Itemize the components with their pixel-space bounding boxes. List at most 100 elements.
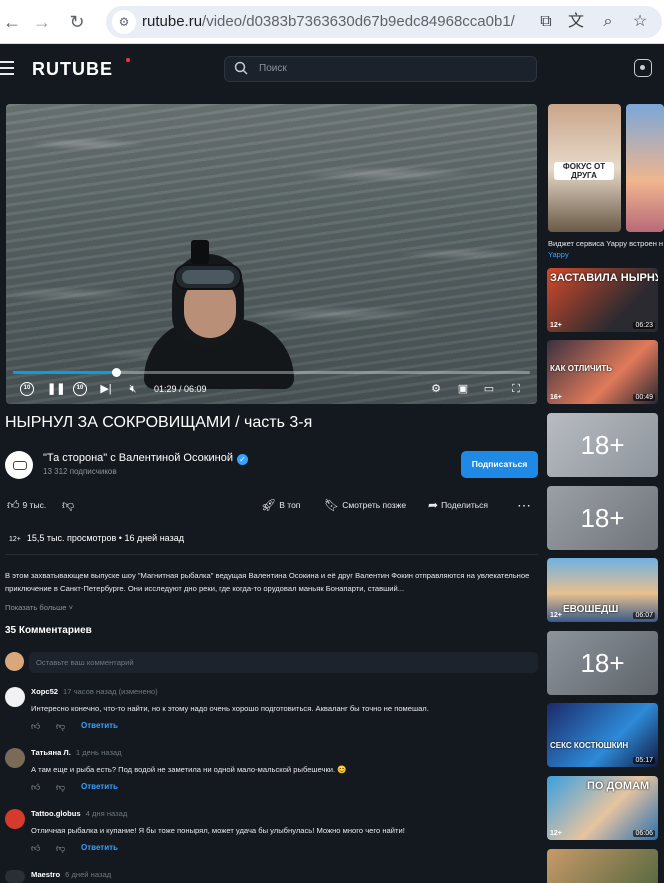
comment-dislike-icon[interactable]: 👎︎: [56, 843, 65, 854]
menu-icon[interactable]: [0, 61, 14, 75]
like-button[interactable]: 👍︎ 9 тыс.: [7, 497, 46, 513]
mute-icon[interactable]: 🔇︎: [125, 380, 141, 398]
reply-button[interactable]: Ответить: [81, 843, 118, 852]
comment-author[interactable]: Tattoo.globus 4 дня назад: [31, 809, 127, 818]
duration-badge: 06:07: [633, 612, 655, 619]
pause-icon[interactable]: ❚❚: [47, 380, 65, 398]
search-placeholder: Поиск: [259, 63, 287, 74]
thumbnail-banner: ЕВОШЕДШ: [563, 604, 619, 615]
search-icon: [234, 61, 248, 75]
user-avatar: [5, 652, 24, 671]
comment-avatar[interactable]: [5, 809, 25, 829]
channel-avatar[interactable]: [5, 451, 33, 479]
comment-item: Tattoo.globus 4 дня назад Отличная рыбалк…: [5, 809, 538, 867]
forward-10-icon[interactable]: 10: [73, 382, 87, 396]
comment-dislike-icon[interactable]: 👎︎: [56, 782, 65, 793]
browser-toolbar: ← → ↻ ⚙ rutube.ru/video/d0383b7363630d67…: [0, 0, 664, 44]
comment-like-icon[interactable]: 👍︎: [31, 782, 40, 793]
sidebar-video-card[interactable]: ПО ДОМАМ 12+ 06:06: [547, 776, 658, 840]
translate-icon[interactable]: 文: [564, 10, 588, 34]
duration-badge: 05:17: [633, 757, 655, 764]
comment-avatar[interactable]: [5, 870, 25, 883]
url-text: rutube.ru/video/d0383b7363630d67b9edc849…: [142, 13, 515, 30]
miniplayer-icon[interactable]: ▣: [456, 380, 470, 398]
thumbs-up-icon: 👍︎: [7, 498, 20, 512]
progress-bar[interactable]: [13, 368, 530, 377]
channel-name[interactable]: "Та сторона" с Валентиной Осокиной ✓: [43, 452, 249, 465]
age-badge: 12+: [550, 830, 562, 837]
sidebar-video-card[interactable]: [547, 849, 658, 883]
rutube-logo[interactable]: RUTUBE: [32, 59, 113, 80]
video-meta: 12+ 15,5 тыс. просмотров • 16 дней назад: [7, 532, 184, 546]
thumbnail-banner: ЗАСТАВИЛА НЫРНУТЬ: [550, 272, 658, 284]
site-header: RUTUBE Поиск: [0, 45, 664, 93]
share-button[interactable]: ➦ Поделиться: [428, 497, 488, 513]
comment-avatar[interactable]: [5, 687, 25, 707]
sidebar-video-card[interactable]: ЗАСТАВИЛА НЫРНУТЬ 12+ 06:23: [547, 268, 658, 332]
yappy-link[interactable]: Yappy: [548, 250, 569, 259]
duration-badge: 00:49: [633, 394, 655, 401]
subscriber-count: 13 312 подписчиков: [43, 467, 117, 476]
address-bar[interactable]: ⚙ rutube.ru/video/d0383b7363630d67b9edc8…: [106, 6, 662, 38]
sidebar-video-card[interactable]: ЕВОШЕДШ 12+ 06:07: [547, 558, 658, 622]
short-caption: ФОКУС ОТ ДРУГА: [554, 162, 614, 180]
comment-like-icon[interactable]: 👍︎: [31, 843, 40, 854]
sidebar-video-card[interactable]: 18+: [547, 413, 658, 477]
short-video-card[interactable]: ФОКУС ОТ ДРУГА: [548, 104, 621, 232]
fullscreen-icon[interactable]: ⛶: [509, 380, 523, 398]
zoom-icon[interactable]: ⌕: [596, 10, 620, 34]
comment-author[interactable]: Xopc52 17 часов назад (изменено): [31, 687, 158, 696]
more-options-icon[interactable]: ⋯: [517, 497, 532, 513]
rewind-10-icon[interactable]: 10: [20, 382, 34, 396]
comment-dislike-icon[interactable]: 👎︎: [56, 721, 65, 732]
age-badge: 16+: [550, 394, 562, 401]
watch-later-button[interactable]: 🔖︎ Смотреть позже: [324, 497, 406, 513]
sidebar-video-card[interactable]: 18+: [547, 631, 658, 695]
action-camera: [191, 240, 209, 264]
comment-author[interactable]: Татьяна Л. 1 день назад: [31, 748, 122, 757]
bookmark-star-icon[interactable]: ☆: [628, 10, 652, 34]
diving-mask: [174, 264, 242, 290]
yappy-widget-text: Виджет сервиса Yappy встроен н: [548, 239, 664, 248]
thumbnail-banner: СЕКС КОСТЮШКИН: [550, 741, 629, 750]
reply-button[interactable]: Ответить: [81, 721, 118, 730]
age-restricted-label: 18+: [580, 430, 625, 460]
reply-button[interactable]: Ответить: [81, 782, 118, 791]
upload-icon[interactable]: [634, 59, 652, 77]
thumbnail-banner: КАК ОТЛИЧИТЬ: [550, 364, 613, 373]
comment-like-icon[interactable]: 👍︎: [31, 721, 40, 732]
top-button[interactable]: 🚀︎ В топ: [261, 497, 300, 513]
rocket-icon: 🚀︎: [261, 498, 277, 512]
search-input[interactable]: Поиск: [224, 56, 537, 82]
dislike-button[interactable]: 👎︎: [62, 497, 77, 513]
short-video-card[interactable]: [626, 104, 664, 232]
show-more-link[interactable]: Показать больше ˅: [5, 603, 73, 612]
forward-icon[interactable]: →: [30, 10, 54, 34]
sidebar-video-card[interactable]: КАК ОТЛИЧИТЬ 16+ 00:49: [547, 340, 658, 404]
reload-icon[interactable]: ↻: [65, 10, 89, 34]
duration-badge: 06:23: [633, 322, 655, 329]
share-icon: ➦: [428, 498, 439, 512]
comment-avatar[interactable]: [5, 748, 25, 768]
settings-icon[interactable]: ⚙: [429, 380, 443, 398]
age-badge: 12+: [550, 322, 562, 329]
subscribe-button[interactable]: Подписаться: [461, 451, 538, 478]
sidebar-video-card[interactable]: СЕКС КОСТЮШКИН 05:17: [547, 703, 658, 767]
theater-mode-icon[interactable]: ▭: [482, 380, 496, 398]
comment-input[interactable]: [29, 652, 538, 673]
comment-author[interactable]: Maestro 6 дней назад: [31, 870, 111, 879]
site-info-icon[interactable]: ⚙: [112, 10, 136, 34]
divider: [5, 554, 538, 555]
next-icon[interactable]: ▶|: [99, 380, 113, 398]
thumbnail-banner: ПО ДОМАМ: [587, 780, 650, 792]
duration-badge: 06:06: [633, 830, 655, 837]
comment-text: Отличная рыбалка и купание! Я бы тоже по…: [31, 826, 405, 835]
logo-dot: [126, 58, 130, 62]
open-in-app-icon[interactable]: ⧉: [534, 10, 558, 34]
sidebar-video-card[interactable]: 18+: [547, 486, 658, 550]
back-icon[interactable]: ←: [0, 10, 24, 34]
age-restricted-label: 18+: [580, 648, 625, 678]
video-player[interactable]: 10 ❚❚ 10 ▶| 🔇︎ 01:29 / 06:09 ⚙ ▣ ▭ ⛶: [6, 104, 537, 404]
thumbs-down-icon: 👎︎: [62, 498, 75, 512]
comment-item: Татьяна Л. 1 день назад А там еще и рыба …: [5, 748, 538, 806]
